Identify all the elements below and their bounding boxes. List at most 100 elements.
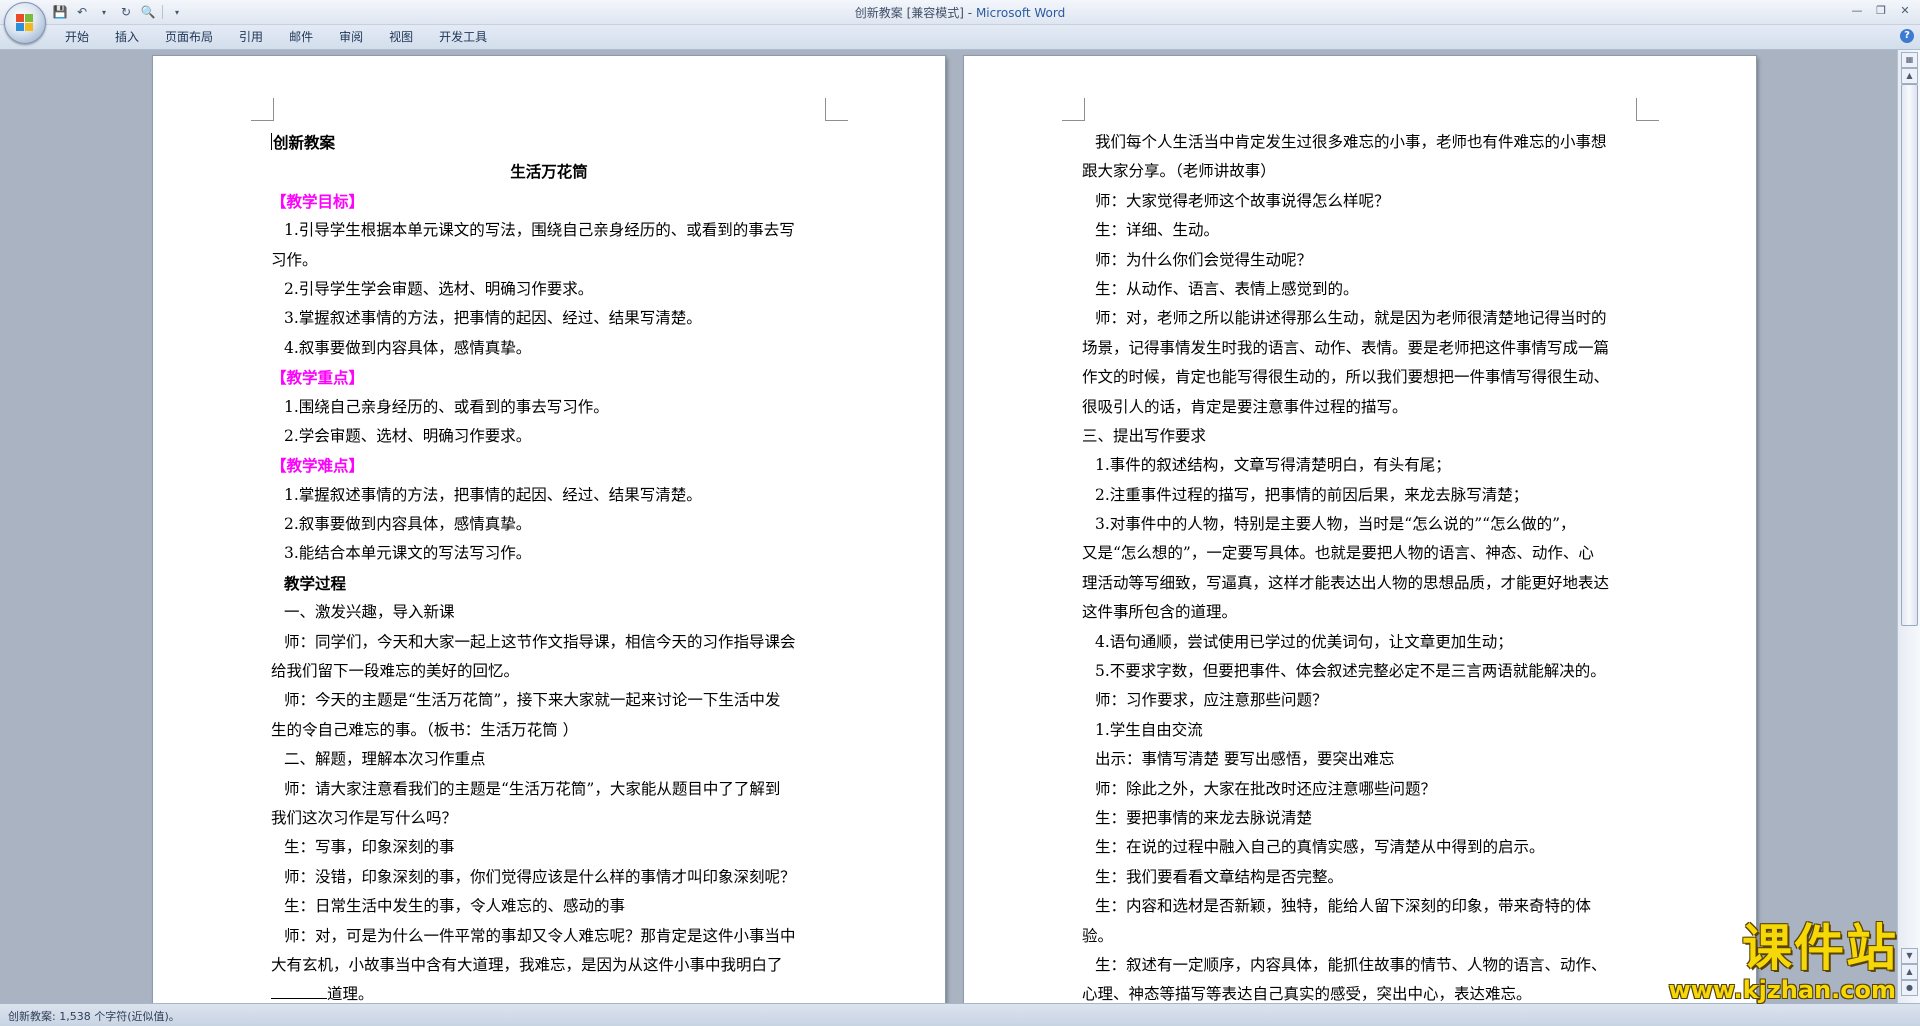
doc-line: 出示：事情写清楚 要写出感悟，要突出难忘	[1095, 750, 1395, 769]
doc-line: 师：大家觉得老师这个故事说得怎么样呢？	[1095, 191, 1390, 210]
minimize-icon[interactable]: —	[1846, 2, 1868, 18]
doc-line: 道理。	[271, 980, 827, 1003]
doc-line: 生：内容和选材是否新颖，独特，能给人留下深刻的印象，带来奇特的体	[1095, 897, 1592, 916]
section-heading: 教学过程	[284, 573, 347, 593]
text-cursor	[271, 133, 272, 150]
title-bar: 💾 ↶ ▾ ↻ 🔍 ▾ 创新教案 [兼容模式] - Microsoft Word…	[0, 0, 1920, 25]
status-bar: 创新教案: 1,538 个字符(近似值)。	[0, 1003, 1920, 1026]
ribbon: 开始 插入 页面布局 引用 邮件 审阅 视图 开发工具 ?	[0, 25, 1920, 50]
doc-line: 3.掌握叙述事情的方法，把事情的起因、经过、结果写清楚。	[284, 309, 702, 328]
tab-developer[interactable]: 开发工具	[426, 29, 500, 45]
margin-corner-mark	[251, 98, 274, 121]
doc-line: 4.叙事要做到内容具体，感情真挚。	[284, 338, 532, 357]
vertical-scrollbar[interactable]: ▦ ▲ ▼ ▲ ●	[1897, 50, 1920, 1003]
doc-line: 验。	[1082, 926, 1114, 945]
doc-line: 二、解题，理解本次习作重点	[284, 750, 486, 769]
doc-line: 作文的时候，肯定也能写得很生动的，所以我们要想把一件事情写得很生动、	[1082, 368, 1610, 387]
section-heading: 【教学难点】	[271, 456, 365, 476]
doc-line: 一、激发兴趣，导入新课	[284, 603, 455, 622]
browse-object-icon[interactable]: ●	[1901, 980, 1918, 996]
doc-line: 我们每个人生活当中肯定发生过很多难忘的小事，老师也有件难忘的小事想	[1095, 133, 1607, 151]
doc-line: 师：请大家注意看我们的主题是“生活万花筒”，大家能从题目中了了解到	[284, 779, 781, 798]
doc-line: 2.叙事要做到内容具体，感情真挚。	[284, 515, 532, 534]
section-heading: 三、提出写作要求	[1082, 426, 1207, 445]
doc-line: 5.不要求字数，但要把事件、体会叙述完整必定不是三言两语就能解决的。	[1095, 662, 1606, 681]
doc-line: 生：详细、生动。	[1095, 221, 1220, 240]
tab-page-layout[interactable]: 页面布局	[152, 29, 226, 45]
doc-line: 1.学生自由交流	[1095, 720, 1203, 739]
doc-line: 师：今天的主题是“生活万花筒”，接下来大家就一起来讨论一下生活中发	[284, 691, 781, 710]
doc-title: 生活万花筒	[510, 162, 588, 182]
doc-line: 师：除此之外，大家在批改时还应注意哪些问题？	[1095, 779, 1437, 798]
doc-line: 生：写事，印象深刻的事	[284, 838, 455, 857]
window-controls: — ❐ ✕	[1846, 2, 1916, 18]
title-separator: -	[963, 6, 976, 20]
doc-line: 2.学会审题、选材、明确习作要求。	[284, 426, 532, 445]
tab-review[interactable]: 审阅	[326, 29, 376, 45]
tab-mailings[interactable]: 邮件	[276, 29, 326, 45]
doc-line: 师：同学们，今天和大家一起上这节作文指导课，相信今天的习作指导课会	[284, 632, 796, 651]
doc-line: 师：习作要求，应注意那些问题？	[1095, 691, 1328, 710]
doc-line: 生：从动作、语言、表情上感觉到的。	[1095, 279, 1359, 298]
doc-line: 创新教案	[271, 133, 336, 152]
doc-line: 生的令自己难忘的事。（板书：生活万花筒 ）	[271, 720, 579, 739]
document-area[interactable]: 创新教案 生活万花筒 【教学目标】 1.引导学生根据本单元课文的写法，围绕自己亲…	[0, 50, 1898, 1003]
close-icon[interactable]: ✕	[1894, 2, 1916, 18]
doc-line: 1.引导学生根据本单元课文的写法，围绕自己亲身经历的、或看到的事去写	[284, 221, 795, 240]
doc-line: 1.掌握叙述事情的方法，把事情的起因、经过、结果写清楚。	[284, 485, 702, 504]
tab-insert[interactable]: 插入	[102, 29, 152, 45]
doc-line: 2.引导学生学会审题、选材、明确习作要求。	[284, 279, 594, 298]
tab-references[interactable]: 引用	[226, 29, 276, 45]
scroll-thumb[interactable]	[1901, 84, 1918, 626]
doc-line: 3.对事件中的人物，特别是主要人物，当时是“怎么说的”“怎么做的”，	[1095, 515, 1576, 534]
tab-home[interactable]: 开始	[52, 29, 102, 45]
doc-line: 师：对，老师之所以能讲述得那么生动，就是因为老师很清楚地记得当时的	[1095, 309, 1607, 328]
doc-line: 习作。	[271, 250, 318, 269]
doc-line: 4.语句通顺，尝试使用已学过的优美词句，让文章更加生动；	[1095, 632, 1513, 651]
doc-line: 师：没错，印象深刻的事，你们觉得应该是什么样的事情才叫印象深刻呢？	[284, 867, 796, 886]
section-heading: 【教学重点】	[271, 368, 365, 388]
window-title: 创新教案 [兼容模式] - Microsoft Word	[0, 4, 1920, 21]
office-button[interactable]	[4, 2, 46, 44]
doc-line: 给我们留下一段难忘的美好的回忆。	[271, 662, 520, 681]
scroll-down-icon[interactable]: ▼	[1901, 948, 1918, 964]
scroll-up-icon[interactable]: ▲	[1901, 68, 1918, 84]
restore-icon[interactable]: ❐	[1870, 2, 1892, 18]
doc-line: 理活动等写细致，写逼真，这样才能表达出人物的思想品质，才能更好地表达	[1082, 573, 1610, 592]
margin-corner-mark	[1636, 98, 1659, 121]
doc-line: 1.围绕自己亲身经历的、或看到的事去写习作。	[284, 397, 609, 416]
doc-line: 生：在说的过程中融入自己的真情实感，写清楚从中得到的启示。	[1095, 838, 1545, 857]
page-2-text[interactable]: 我们每个人生活当中肯定发生过很多难忘的小事，老师也有件难忘的小事想 跟大家分享。…	[1082, 128, 1638, 1003]
doc-line: 1.事件的叙述结构，文章写得清楚明白，有头有尾；	[1095, 456, 1451, 475]
document-title: 创新教案 [兼容模式]	[854, 6, 964, 20]
doc-line: 生：叙述有一定顺序，内容具体，能抓住故事的情节、人物的语言、动作、	[1095, 955, 1607, 974]
word-count-status[interactable]: 创新教案: 1,538 个字符(近似值)。	[8, 1008, 180, 1024]
doc-line: 这件事所包含的道理。	[1082, 603, 1238, 622]
doc-line: 又是“怎么想的”，一定要写具体。也就是要把人物的语言、神态、动作、心	[1082, 544, 1594, 563]
doc-line: 生：日常生活中发生的事，令人难忘的、感动的事	[284, 897, 626, 916]
page-1[interactable]: 创新教案 生活万花筒 【教学目标】 1.引导学生根据本单元课文的写法，围绕自己亲…	[153, 56, 945, 1003]
office-logo-icon	[16, 14, 34, 32]
doc-line: 我们这次习作是写什么吗？	[271, 808, 458, 827]
page-1-text[interactable]: 创新教案 生活万花筒 【教学目标】 1.引导学生根据本单元课文的写法，围绕自己亲…	[271, 128, 827, 1003]
fill-in-blank	[271, 984, 327, 1000]
doc-line: 很吸引人的话，肯定是要注意事件过程的描写。	[1082, 397, 1408, 416]
doc-line: 场景，记得事情发生时我的语言、动作、表情。要是老师把这件事情写成一篇	[1082, 338, 1610, 357]
doc-line: 3.能结合本单元课文的写法写习作。	[284, 544, 532, 563]
app-name: Microsoft Word	[975, 6, 1066, 20]
doc-line: 生：要把事情的来龙去脉说清楚	[1095, 808, 1313, 827]
page-2[interactable]: 我们每个人生活当中肯定发生过很多难忘的小事，老师也有件难忘的小事想 跟大家分享。…	[964, 56, 1756, 1003]
ruler-toggle-icon[interactable]: ▦	[1901, 52, 1918, 68]
margin-corner-mark	[825, 98, 848, 121]
section-heading: 【教学目标】	[271, 191, 365, 211]
doc-line: 生：我们要看看文章结构是否完整。	[1095, 867, 1344, 886]
help-icon[interactable]: ?	[1900, 29, 1914, 43]
doc-line: 师：为什么你们会觉得生动呢？	[1095, 250, 1313, 269]
doc-line: 2.注重事件过程的描写，把事情的前因后果，来龙去脉写清楚；	[1095, 485, 1529, 504]
tab-view[interactable]: 视图	[376, 29, 426, 45]
doc-line: 大有玄机，小故事当中含有大道理，我难忘，是因为从这件小事中我明白了	[271, 955, 783, 974]
margin-corner-mark	[1062, 98, 1085, 121]
doc-line: 心理、神态等描写等表达自己真实的感受，突出中心，表达难忘。	[1082, 985, 1532, 1003]
ribbon-tabs: 开始 插入 页面布局 引用 邮件 审阅 视图 开发工具	[52, 29, 500, 45]
previous-page-icon[interactable]: ▲	[1901, 964, 1918, 980]
